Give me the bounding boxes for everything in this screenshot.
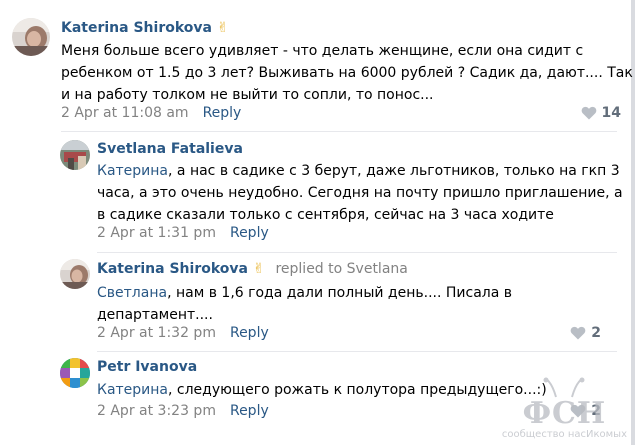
heart-icon [581,106,596,120]
mention-link[interactable]: Светлана [97,285,167,301]
reply-button[interactable]: Reply [230,403,269,419]
replied-to-link[interactable]: Svetlana [347,261,408,277]
like-count: 14 [601,105,621,121]
comment-author[interactable]: Katerina Shirokova ✌ [61,20,229,36]
reply-button[interactable]: Reply [203,105,242,121]
comment-date[interactable]: 2 Apr at 3:23 pm [97,403,216,419]
comment-text: Меня больше всего удивляет - что делать … [61,43,633,103]
avatar[interactable] [12,18,50,56]
comment-text: Катерина, следующего рожать к полутора п… [97,382,547,398]
watermark-caption: сообщество насИкомых [501,429,627,440]
reply-button[interactable]: Reply [230,225,269,241]
like-button[interactable]: 14 [581,105,621,121]
comment-text: Светлана, нам в 1,6 года дали полный ден… [97,285,513,323]
comment-author[interactable]: Svetlana Fatalieva [97,141,243,157]
comment-text: Катерина, а нас в садике с 3 берут, даже… [97,163,623,223]
heart-icon [570,326,586,340]
divider [97,351,617,352]
like-button[interactable]: 2 [570,325,601,341]
comment-meta: 2 Apr at 1:31 pm Reply [97,225,269,241]
divider [61,131,617,132]
comment-meta: 2 Apr at 1:32 pm Reply [97,325,269,341]
comment-author[interactable]: Petr Ivanova [97,359,197,375]
mention-link[interactable]: Катерина [97,163,168,179]
author-name[interactable]: Katerina Shirokova [97,261,248,277]
comment-meta: 2 Apr at 3:23 pm Reply [97,403,269,419]
like-count: 2 [591,325,601,341]
victory-hand-icon: ✌ [216,20,229,36]
divider [97,252,617,253]
watermark: ФСН сообщество насИкомых [502,377,627,441]
comment-date[interactable]: 2 Apr at 11:08 am [61,105,189,121]
watermark-logo: ФСН [522,396,607,431]
avatar[interactable] [60,140,90,170]
reply-button[interactable]: Reply [230,325,269,341]
comment-date[interactable]: 2 Apr at 1:32 pm [97,325,216,341]
avatar[interactable] [60,259,90,289]
victory-hand-icon: ✌ [252,261,265,277]
comment-meta: 2 Apr at 11:08 am Reply [61,105,241,121]
mention-link[interactable]: Катерина [97,382,168,398]
comment-author: Katerina Shirokova ✌ replied to Svetlana [97,261,408,277]
replied-to: replied to Svetlana [275,261,408,277]
avatar[interactable] [60,358,90,388]
comment-date[interactable]: 2 Apr at 1:31 pm [97,225,216,241]
